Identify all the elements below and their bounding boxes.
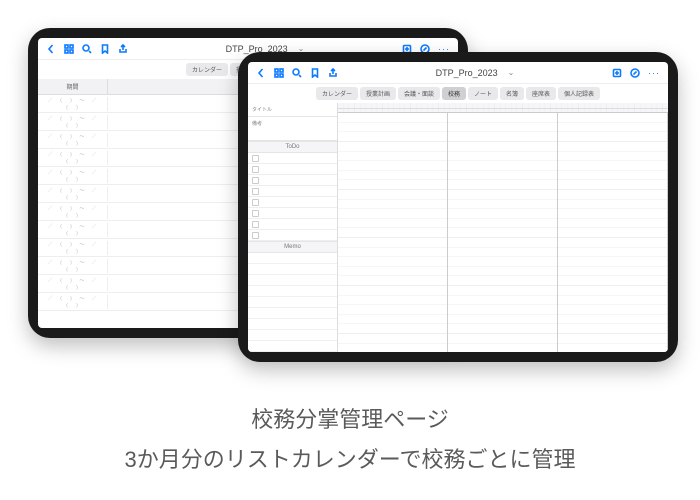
caption: 校務分掌管理ページ 3か月分のリストカレンダーで校務ごとに管理	[0, 400, 700, 479]
todo-row[interactable]	[248, 153, 337, 164]
tab[interactable]: カレンダー	[316, 87, 358, 100]
sheet: タイトル 備考 ToDo Memo	[248, 103, 668, 352]
section-todo: ToDo	[248, 141, 337, 153]
memo-area[interactable]	[248, 253, 337, 352]
sheet-sidebar: タイトル 備考 ToDo Memo	[248, 103, 338, 352]
todo-row[interactable]	[248, 208, 337, 219]
caption-line1: 校務分掌管理ページ	[0, 400, 700, 440]
period-cell[interactable]: ／ ( ) 〜 ／ ( )	[38, 151, 108, 165]
period-cell[interactable]: ／ ( ) 〜 ／ ( )	[38, 259, 108, 273]
todo-row[interactable]	[248, 164, 337, 175]
share-icon[interactable]	[118, 44, 128, 54]
section-memo: Memo	[248, 241, 337, 253]
new-icon[interactable]	[612, 68, 622, 78]
share-icon[interactable]	[328, 68, 338, 78]
search-icon[interactable]	[82, 44, 92, 54]
field-memo[interactable]: 備考	[248, 117, 337, 141]
period-cell[interactable]: ／ ( ) 〜 ／ ( )	[38, 169, 108, 183]
tab[interactable]: カレンダー	[186, 63, 228, 76]
period-cell[interactable]: ／ ( ) 〜 ／ ( )	[38, 115, 108, 129]
todo-row[interactable]	[248, 219, 337, 230]
field-title[interactable]: タイトル	[248, 103, 337, 117]
back-icon[interactable]	[256, 68, 266, 78]
doc-title[interactable]: DTP_Pro_2023	[436, 68, 498, 78]
tab-bar: カレンダー授業計画会議・面談校務ノート名簿座席表個人記録表	[248, 84, 668, 103]
bookmark-icon[interactable]	[100, 44, 110, 54]
chevron-down-icon[interactable]: ⌄	[508, 68, 515, 77]
sheet-grid[interactable]	[338, 103, 668, 352]
grid-body[interactable]	[338, 113, 668, 352]
todo-row[interactable]	[248, 230, 337, 241]
tab[interactable]: 名簿	[500, 87, 524, 100]
period-cell[interactable]: ／ ( ) 〜 ／ ( )	[38, 295, 108, 309]
tab[interactable]: 校務	[442, 87, 466, 100]
period-cell[interactable]: ／ ( ) 〜 ／ ( )	[38, 277, 108, 291]
period-cell[interactable]: ／ ( ) 〜 ／ ( )	[38, 187, 108, 201]
toolbar: DTP_Pro_2023 ⌄ ···	[248, 62, 668, 84]
period-cell[interactable]: ／ ( ) 〜 ／ ( )	[38, 97, 108, 111]
period-cell[interactable]: ／ ( ) 〜 ／ ( )	[38, 133, 108, 147]
tab[interactable]: ノート	[468, 87, 498, 100]
search-icon[interactable]	[292, 68, 302, 78]
todo-row[interactable]	[248, 175, 337, 186]
grid-icon[interactable]	[274, 68, 284, 78]
back-icon[interactable]	[46, 44, 56, 54]
tab[interactable]: 授業計画	[360, 87, 396, 100]
todo-row[interactable]	[248, 197, 337, 208]
grid-icon[interactable]	[64, 44, 74, 54]
caption-line2: 3か月分のリストカレンダーで校務ごとに管理	[0, 440, 700, 480]
period-cell[interactable]: ／ ( ) 〜 ／ ( )	[38, 223, 108, 237]
bookmark-icon[interactable]	[310, 68, 320, 78]
screen-front: DTP_Pro_2023 ⌄ ··· カレンダー授業計画会議・面談校務ノート名簿座…	[248, 62, 668, 352]
tab[interactable]: 会議・面談	[398, 87, 440, 100]
tab[interactable]: 座席表	[526, 87, 556, 100]
grid-header	[338, 103, 668, 113]
more-icon[interactable]: ···	[648, 68, 660, 78]
period-cell[interactable]: ／ ( ) 〜 ／ ( )	[38, 205, 108, 219]
period-cell[interactable]: ／ ( ) 〜 ／ ( )	[38, 241, 108, 255]
edit-icon[interactable]	[630, 68, 640, 78]
ipad-front: DTP_Pro_2023 ⌄ ··· カレンダー授業計画会議・面談校務ノート名簿座…	[238, 52, 678, 362]
tab[interactable]: 個人記録表	[558, 87, 600, 100]
col-period: 期間	[38, 79, 108, 94]
todo-row[interactable]	[248, 186, 337, 197]
